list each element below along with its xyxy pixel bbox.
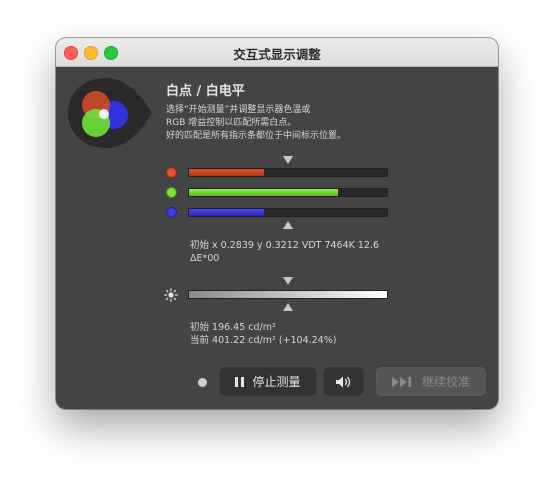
measurement-status-indicator (198, 378, 207, 387)
section-heading: 白点 / 白电平 (166, 84, 245, 99)
stop-measurement-button[interactable]: 停止测量 (219, 367, 317, 396)
luminance-readout: 初始 196.45 cd/m² 当前 401.22 cd/m² (+104.24… (190, 321, 336, 347)
rgb-target-marker-bottom (283, 221, 293, 229)
luminance-target-marker-top (283, 277, 293, 285)
rgb-target-marker-top (283, 156, 293, 164)
red-gain-bar (188, 168, 388, 177)
speaker-icon (335, 376, 350, 387)
luminance-target-marker-bottom (283, 303, 293, 311)
green-gain-fill (189, 189, 338, 196)
window-title: 交互式显示调整 (233, 47, 321, 62)
instructions-text: 选择“开始测量”并调整显示器色温或 RGB 增益控制以匹配所需白点。 好的匹配是… (166, 104, 396, 143)
blue-gain-bar (188, 208, 388, 217)
red-gain-fill (189, 169, 265, 176)
current-luminance: 当前 401.22 cd/m² (+104.24%) (190, 335, 337, 346)
stop-measurement-label: 停止测量 (252, 375, 301, 389)
rgb-circles-icon (68, 78, 152, 148)
skip-forward-icon (391, 376, 414, 387)
pause-icon (235, 376, 245, 387)
title-bar: 交互式显示调整 (56, 38, 498, 67)
luminance-bar (188, 290, 388, 299)
continue-calibration-label: 继续校准 (421, 375, 470, 389)
red-channel-dot (166, 167, 177, 178)
calibration-window: 交互式显示调整 白点 / 白电平 选择“开始测量”并调整显示器色温或 RGB 增… (56, 38, 498, 409)
white-point-readout: 初始 x 0.2839 y 0.3212 VDT 7464K 12.6 ΔE*0… (190, 239, 379, 265)
instruction-line: RGB 增益控制以匹配所需白点。 (166, 118, 297, 128)
sound-toggle-button[interactable] (323, 367, 364, 396)
instruction-line: 好的匹配是所有指示条都位于中间标示位置。 (166, 131, 347, 141)
white-point-values: 初始 x 0.2839 y 0.3212 VDT 7464K 12.6 (190, 240, 380, 251)
delta-e-label: ΔE*00 (190, 253, 220, 264)
initial-luminance: 初始 196.45 cd/m² (190, 322, 276, 333)
green-channel-dot (166, 187, 177, 198)
instruction-line: 选择“开始测量”并调整显示器色温或 (166, 105, 311, 115)
blue-gain-fill (189, 209, 265, 216)
luminance-fill (189, 291, 387, 298)
blue-channel-dot (166, 207, 177, 218)
sun-icon (164, 288, 178, 302)
continue-calibration-button[interactable]: 继续校准 (376, 367, 486, 396)
green-gain-bar (188, 188, 388, 197)
